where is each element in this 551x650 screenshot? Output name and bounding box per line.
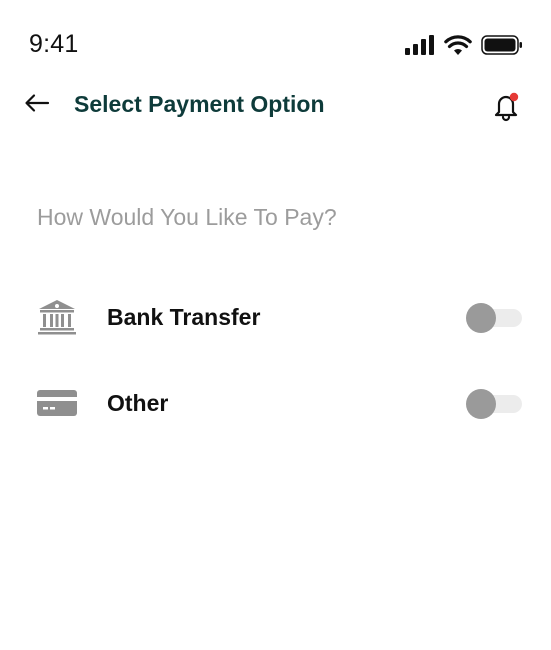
back-button[interactable] [22,90,52,120]
bank-icon [36,297,78,337]
credit-card-icon [36,383,78,423]
status-bar: 9:41 [0,0,551,80]
toggle-knob [466,303,496,333]
status-icons [405,34,523,56]
page-title: Select Payment Option [74,91,325,117]
arrow-left-icon [24,93,50,118]
app-header: Select Payment Option [0,80,551,130]
option-label-bank-transfer: Bank Transfer [107,304,261,330]
cellular-signal-icon [405,35,435,55]
payment-option-bank-transfer[interactable]: Bank Transfer [0,287,551,347]
notification-dot [509,92,519,102]
toggle-knob [466,389,496,419]
notifications-button[interactable] [491,90,521,122]
other-toggle[interactable] [466,388,524,419]
status-time: 9:41 [29,30,79,58]
payment-question: How Would You Like To Pay? [37,204,337,230]
wifi-icon [444,34,472,56]
bank-transfer-toggle[interactable] [466,302,524,333]
payment-option-other[interactable]: Other [0,373,551,433]
bell-icon [491,92,521,126]
battery-icon [481,35,523,55]
option-label-other: Other [107,390,169,416]
